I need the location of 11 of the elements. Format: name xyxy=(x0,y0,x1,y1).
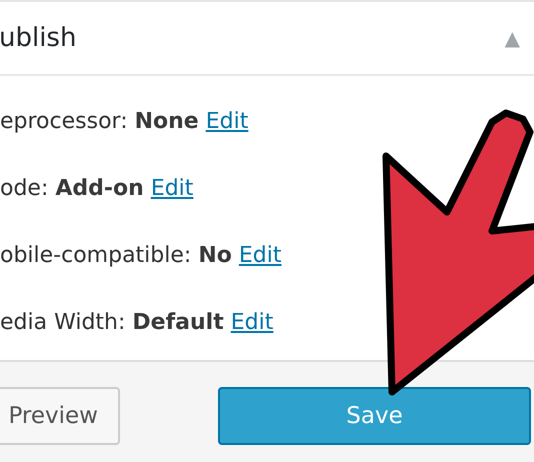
edit-link[interactable]: Edit xyxy=(206,108,248,136)
edit-link[interactable]: Edit xyxy=(150,175,194,203)
edit-link[interactable]: Edit xyxy=(230,309,274,337)
setting-text: eprocessor: None xyxy=(0,108,199,136)
save-button[interactable]: Save xyxy=(218,387,531,445)
setting-text: ode: Add-on xyxy=(0,175,144,203)
panel-title: ublish xyxy=(0,23,76,53)
setting-text: obile-compatible: No xyxy=(0,242,232,270)
preview-button[interactable]: Preview xyxy=(0,387,120,445)
setting-text: edia Width: Default xyxy=(0,309,224,337)
edit-link[interactable]: Edit xyxy=(238,242,282,270)
